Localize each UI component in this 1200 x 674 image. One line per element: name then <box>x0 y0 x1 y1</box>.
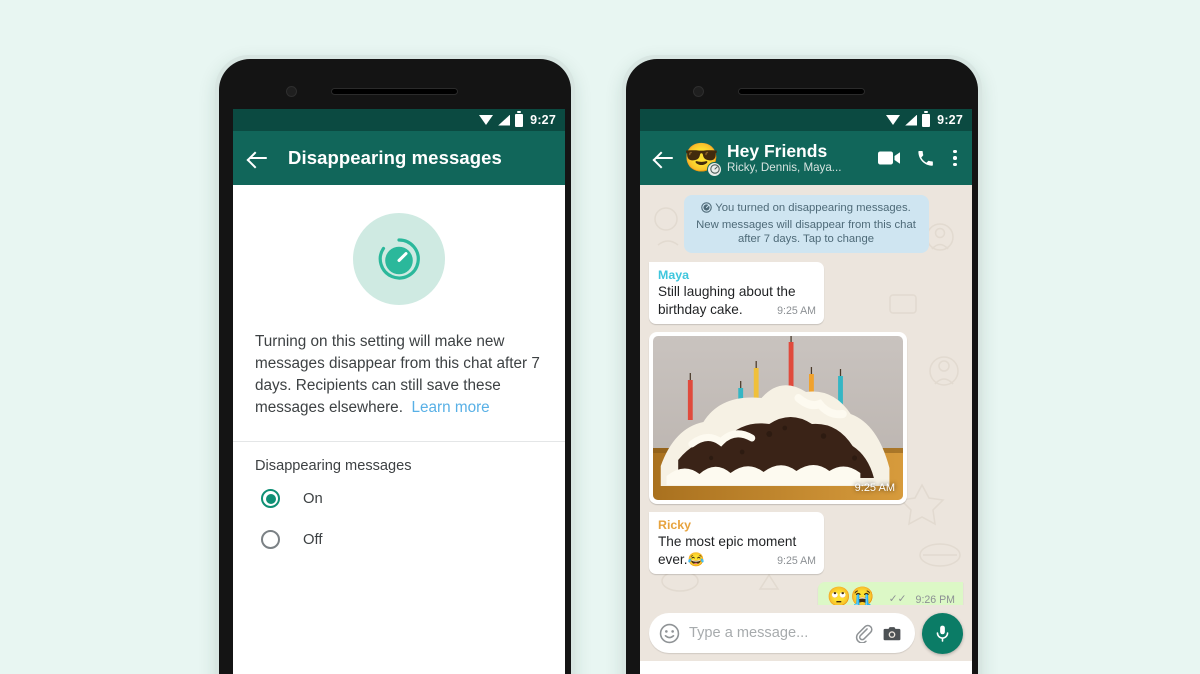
wifi-icon <box>479 115 494 125</box>
hero-illustration <box>233 185 565 331</box>
chat-message-list[interactable]: You turned on disappearing messages. New… <box>640 185 972 605</box>
message-timestamp: 9:25 AM <box>777 554 816 567</box>
video-call-icon[interactable] <box>878 150 901 166</box>
birthday-cake-photo <box>653 335 903 500</box>
message-bubble-image[interactable]: 9:25 AM <box>649 331 907 504</box>
message-input-placeholder[interactable]: Type a message... <box>689 625 845 641</box>
radio-label-off: Off <box>303 531 323 548</box>
message-sender: Maya <box>658 267 689 282</box>
radio-option-on[interactable]: On <box>233 478 565 519</box>
system-message-disappearing[interactable]: You turned on disappearing messages. New… <box>683 195 929 253</box>
learn-more-link[interactable]: Learn more <box>411 399 489 416</box>
status-bar-left: 9:27 <box>233 109 565 131</box>
message-emoji: 😂 <box>687 551 705 567</box>
signal-icon <box>905 114 918 126</box>
camera-icon[interactable] <box>882 624 902 643</box>
radio-option-off[interactable]: Off <box>233 519 565 560</box>
front-camera-icon <box>693 86 704 97</box>
avatar[interactable]: 😎 <box>684 142 722 177</box>
phone-bezel-left: 9:27 Disappearing messages Turning on th… <box>219 59 571 674</box>
timer-icon <box>701 202 712 218</box>
timer-icon <box>378 238 420 280</box>
voice-call-icon[interactable] <box>916 149 935 168</box>
signal-icon <box>498 114 511 126</box>
status-bar-clock: 9:27 <box>937 113 963 127</box>
message-timestamp: 9:26 PM <box>915 593 955 606</box>
chat-header-text[interactable]: Hey Friends Ricky, Dennis, Maya... <box>727 141 878 175</box>
radio-button-off-icon[interactable] <box>261 530 280 549</box>
message-composer: Type a message... <box>640 605 972 661</box>
message-bubble-outgoing[interactable]: 🙄😭 9:26 PM ✓✓ <box>818 581 963 606</box>
status-bar-right: 9:27 <box>640 109 972 131</box>
appbar-actions <box>878 148 962 169</box>
message-input-pill[interactable]: Type a message... <box>649 613 915 653</box>
paperclip-icon[interactable] <box>854 624 873 643</box>
microphone-icon <box>936 625 949 642</box>
chat-appbar: 😎 Hey Friends Ricky, Dennis, Maya... <box>640 131 972 185</box>
emoji-icon[interactable] <box>659 623 680 644</box>
back-arrow-icon[interactable] <box>245 145 271 171</box>
microphone-button[interactable] <box>922 612 963 654</box>
front-camera-icon <box>286 86 297 97</box>
timer-badge-icon <box>707 161 722 177</box>
message-text: Still laughing about the birthday cake. <box>658 283 796 317</box>
message-timestamp: 9:25 AM <box>777 304 816 317</box>
description-block: Turning on this setting will make new me… <box>233 331 565 419</box>
message-emoji: 🙄😭 <box>827 586 875 606</box>
wifi-icon <box>886 115 901 125</box>
battery-icon <box>922 110 931 127</box>
screen-right: 9:27 😎 Hey Friends Ricky, Dennis, Maya..… <box>640 109 972 674</box>
phone-bezel-right: 9:27 😎 Hey Friends Ricky, Dennis, Maya..… <box>626 59 978 674</box>
image-timestamp: 9:25 AM <box>854 481 895 494</box>
earpiece-speaker <box>738 88 865 95</box>
earpiece-speaker <box>331 88 458 95</box>
screen-left: 9:27 Disappearing messages Turning on th… <box>233 109 565 674</box>
description-text: Turning on this setting will make new me… <box>255 333 540 416</box>
phone-left: 9:27 Disappearing messages Turning on th… <box>215 55 575 674</box>
status-bar-clock: 9:27 <box>530 113 556 127</box>
more-options-icon[interactable] <box>950 148 960 169</box>
read-receipt-icon: ✓✓ <box>888 592 907 605</box>
back-arrow-icon[interactable] <box>651 145 677 171</box>
radio-label-on: On <box>303 490 323 507</box>
section-label: Disappearing messages <box>255 458 412 474</box>
phone-right: 9:27 😎 Hey Friends Ricky, Dennis, Maya..… <box>622 55 982 674</box>
message-bubble-incoming[interactable]: Ricky The most epic moment ever.😂 9:25 A… <box>649 511 824 574</box>
appbar-left: Disappearing messages <box>233 131 565 185</box>
message-bubble-incoming[interactable]: Maya Still laughing about the birthday c… <box>649 261 824 324</box>
chat-title: Hey Friends <box>727 141 828 161</box>
message-sender: Ricky <box>658 517 692 532</box>
message-text: The most epic moment ever. <box>658 533 797 567</box>
timer-icon-circle <box>353 213 445 305</box>
page-title: Disappearing messages <box>288 147 502 168</box>
radio-button-on-icon[interactable] <box>261 489 280 508</box>
system-message-text: You turned on disappearing messages. New… <box>696 202 916 245</box>
battery-icon <box>515 110 524 127</box>
chat-participants: Ricky, Dennis, Maya... <box>727 161 842 174</box>
